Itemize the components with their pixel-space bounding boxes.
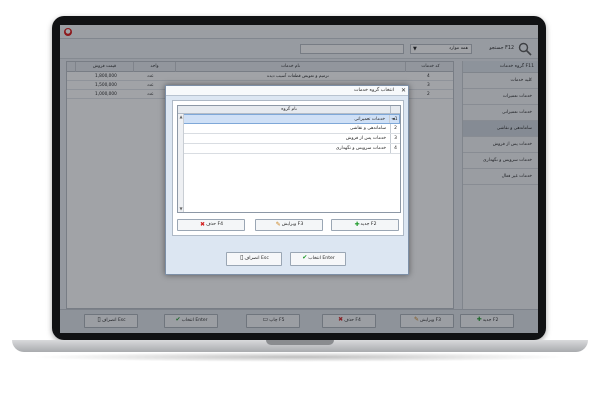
- list-item[interactable]: 2 ساماندهی و نقاشی: [178, 124, 400, 134]
- list-item[interactable]: ◄1 خدمات تعمیراتی: [178, 114, 400, 124]
- group-list: نام گروه ◄1 خدمات تعمیراتی 2 ساماندهی و …: [177, 105, 401, 213]
- pencil-icon: ✎: [275, 221, 281, 228]
- dialog-edit-button-label: ویرایش F3: [281, 222, 304, 227]
- dialog-select-button-label: انتخاب Enter: [308, 256, 335, 261]
- dialog-cancel-button-label: انصراف Esc: [244, 256, 269, 261]
- dialog-title: انتخاب گروه خدمات: [353, 88, 394, 93]
- row-number-value: 1: [394, 117, 398, 122]
- select-service-group-dialog: ✕ انتخاب گروه خدمات نام گروه ◄1 خدمات تع…: [165, 85, 409, 275]
- dialog-select-button[interactable]: ✔انتخاب Enter: [290, 252, 346, 266]
- row-number: 4: [390, 144, 400, 153]
- laptop-notch: [266, 340, 334, 345]
- row-number: 3: [390, 134, 400, 143]
- dialog-title-bar: ✕ انتخاب گروه خدمات: [166, 86, 408, 96]
- dialog-close-icon[interactable]: ✕: [401, 86, 406, 96]
- dialog-delete-button[interactable]: ✖حذف F4: [177, 219, 245, 231]
- laptop-stage: ● جستجو F12 ▼ همه موارد گروه خدمات F11 ک…: [0, 0, 600, 400]
- group-list-header: نام گروه: [178, 106, 400, 114]
- row-number: 2: [390, 124, 400, 133]
- app-window: ● جستجو F12 ▼ همه موارد گروه خدمات F11 ک…: [60, 25, 538, 333]
- scroll-up-icon[interactable]: ▲: [178, 114, 184, 120]
- plus-icon: ✚: [354, 221, 360, 228]
- dialog-new-button[interactable]: ✚جدید F2: [331, 219, 399, 231]
- group-name: خدمات سرویس و نگهداری: [335, 146, 386, 151]
- delete-x-icon: ✖: [199, 221, 205, 228]
- row-header-column: [390, 106, 400, 113]
- dialog-edit-button[interactable]: ✎ویرایش F3: [255, 219, 323, 231]
- scroll-down-icon[interactable]: ▼: [178, 206, 184, 212]
- dialog-delete-button-label: حذف F4: [205, 222, 224, 227]
- row-number: ◄1: [389, 115, 399, 123]
- laptop-screen: ● جستجو F12 ▼ همه موارد گروه خدمات F11 ک…: [60, 25, 538, 333]
- check-icon: ✔: [302, 254, 308, 261]
- dialog-new-button-label: جدید F2: [360, 222, 377, 227]
- vertical-scrollbar[interactable]: ▲ ▼: [178, 114, 184, 212]
- list-item[interactable]: 4 خدمات سرویس و نگهداری: [178, 144, 400, 154]
- dialog-cancel-button[interactable]: ▯انصراف Esc: [226, 252, 282, 266]
- group-name: خدمات پس از فروش: [345, 136, 386, 141]
- laptop-shadow: [30, 352, 570, 362]
- group-name: ساماندهی و نقاشی: [349, 126, 386, 131]
- dialog-content-panel: نام گروه ◄1 خدمات تعمیراتی 2 ساماندهی و …: [172, 100, 404, 236]
- dialog-footer: ✔انتخاب Enter ▯انصراف Esc: [166, 242, 408, 275]
- list-item[interactable]: 3 خدمات پس از فروش: [178, 134, 400, 144]
- group-name-column-header[interactable]: نام گروه: [281, 107, 297, 112]
- exit-door-icon: ▯: [240, 254, 244, 261]
